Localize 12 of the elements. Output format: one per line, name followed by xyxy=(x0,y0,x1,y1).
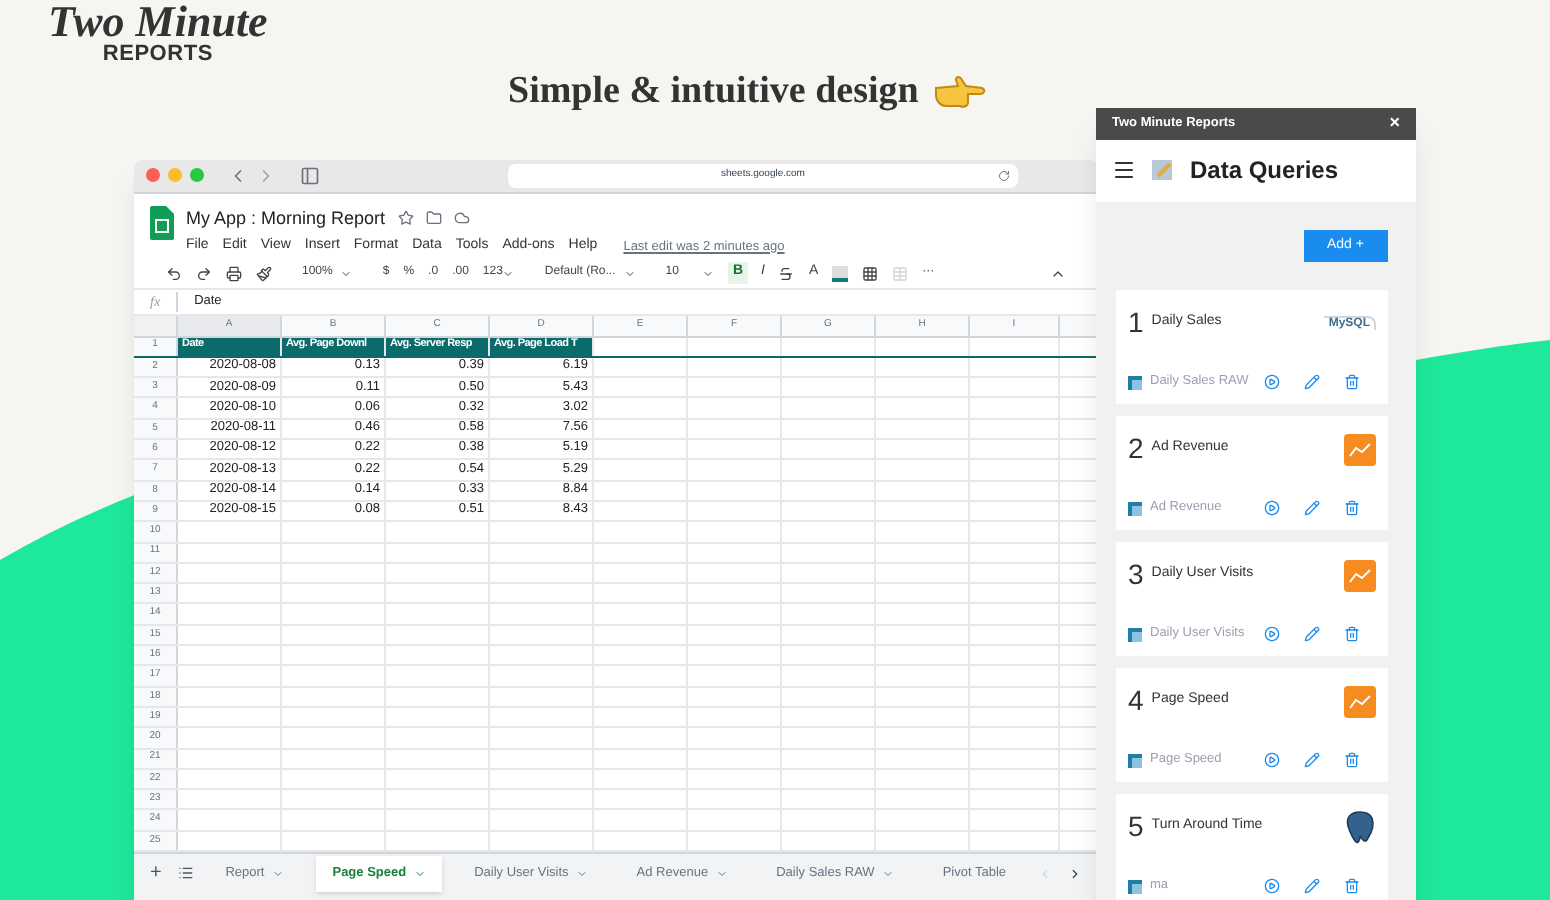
logo-text: REPORTS xyxy=(102,44,213,66)
query-number: 3 xyxy=(1128,556,1144,594)
logo-script-text: Two Minute xyxy=(48,0,268,44)
document-title[interactable]: My App : Morning Report xyxy=(186,205,386,233)
panel-heading: Data Queries xyxy=(1190,154,1339,189)
query-number: 2 xyxy=(1128,430,1144,468)
close-button[interactable]: × xyxy=(1389,114,1400,133)
headline: Simple & intuitive design xyxy=(508,68,919,116)
query-number: 5 xyxy=(1128,808,1144,846)
query-number: 1 xyxy=(1128,304,1144,342)
query-number: 4 xyxy=(1128,682,1144,720)
add-sheet-button[interactable]: + xyxy=(150,863,162,883)
